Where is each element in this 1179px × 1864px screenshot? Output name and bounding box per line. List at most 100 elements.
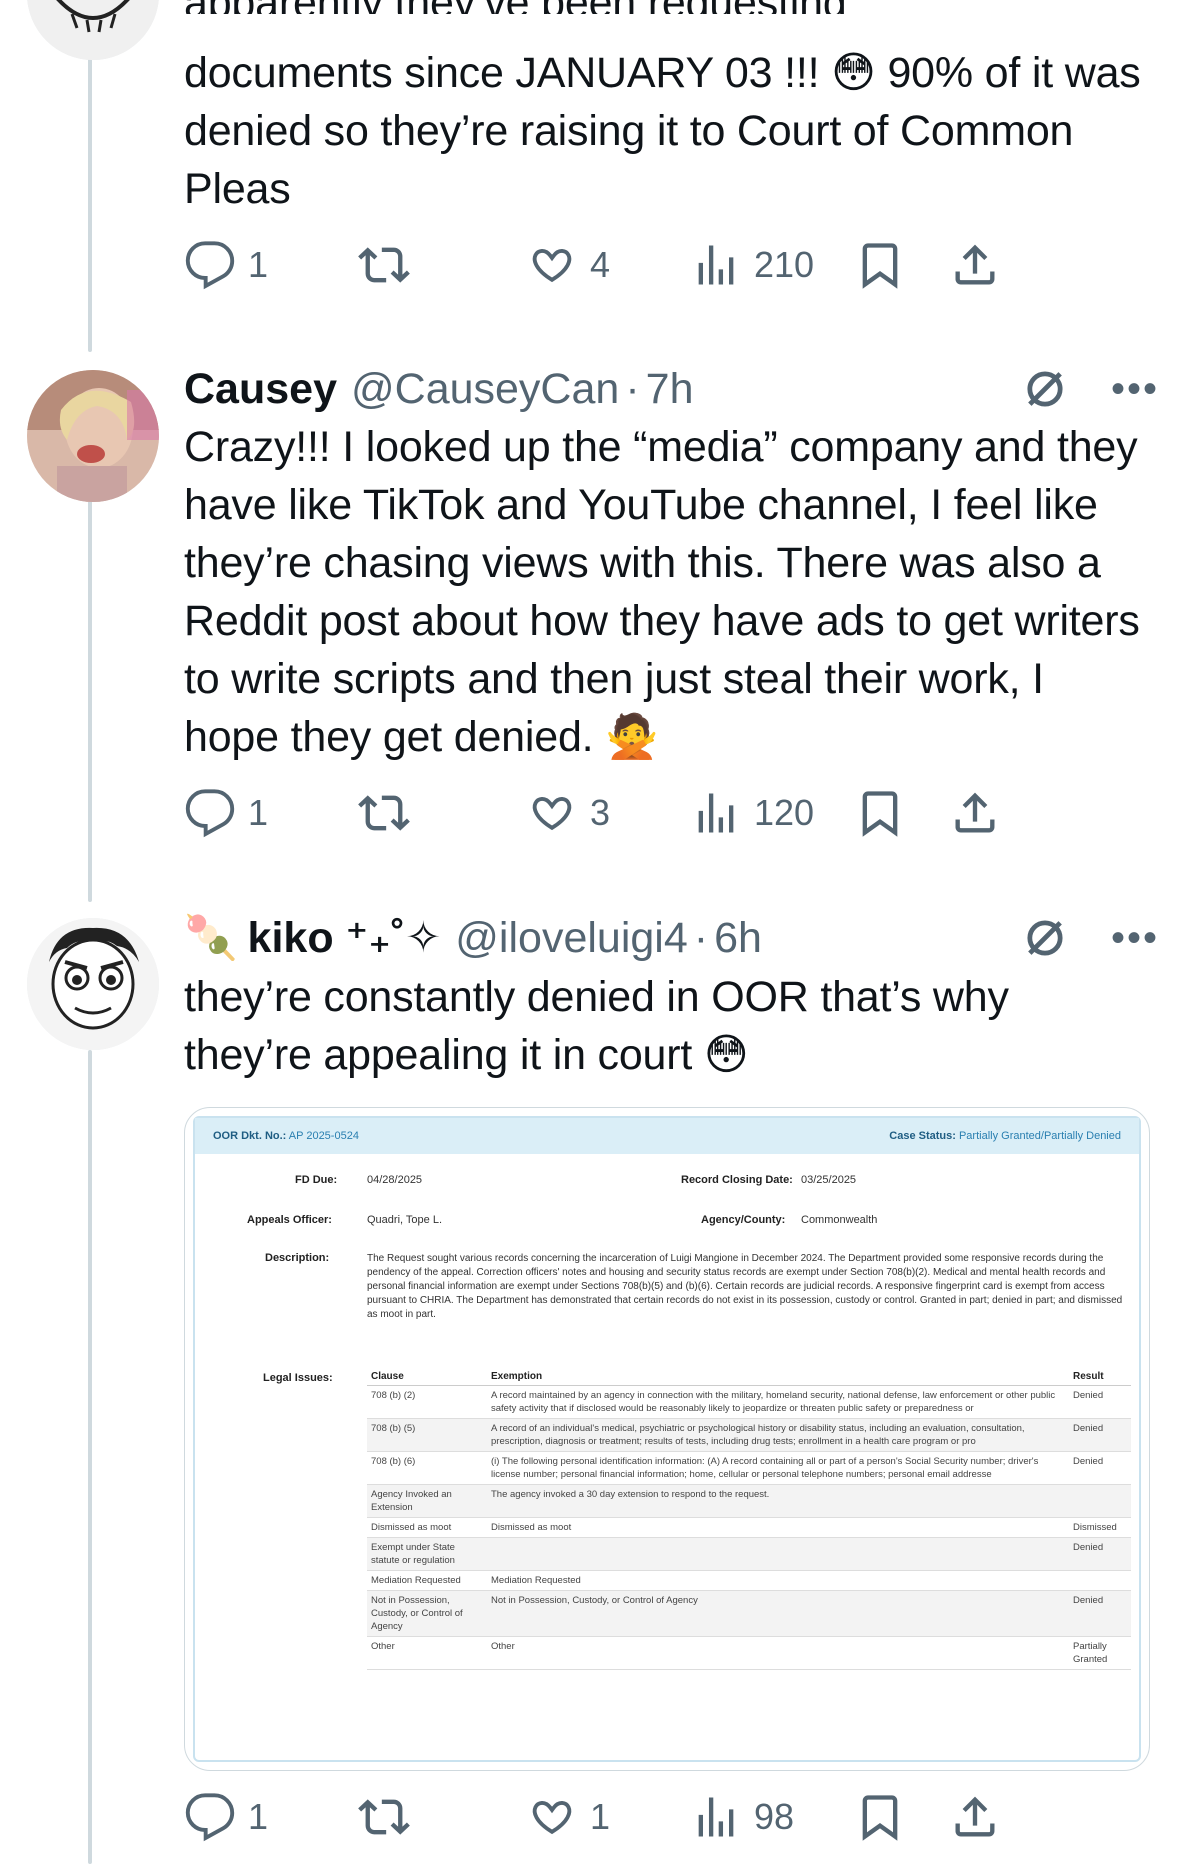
- tweet-text: they’re constantly denied in OOR that’s …: [184, 973, 1009, 1079]
- legal-clause-cell: Other: [367, 1636, 487, 1670]
- display-name[interactable]: kiko ⁺₊˚✧: [248, 913, 442, 963]
- thread-line: [88, 1050, 92, 1864]
- share-button[interactable]: [949, 778, 1001, 848]
- like-icon: [532, 1800, 572, 1835]
- like-button[interactable]: 4: [526, 230, 610, 300]
- table-row: 708 (b) (5) A record of an individual's m…: [367, 1418, 1131, 1452]
- table-row: Mediation Requested Mediation Requested: [367, 1570, 1131, 1591]
- timestamp[interactable]: 6h: [714, 914, 762, 963]
- legal-exemption-cell: [487, 1537, 1069, 1571]
- like-button[interactable]: 1: [526, 1782, 610, 1852]
- reply-count: 1: [248, 1796, 269, 1837]
- share-button[interactable]: [949, 230, 1001, 300]
- views-button[interactable]: 210: [690, 230, 814, 300]
- views-icon: [698, 245, 734, 285]
- legal-result-cell: Denied: [1069, 1537, 1131, 1571]
- tweet-text: Crazy!!! I looked up the “media” company…: [184, 423, 1140, 761]
- legal-result-cell: Dismissed: [1069, 1517, 1131, 1538]
- views-icon: [698, 1797, 734, 1837]
- like-icon: [532, 248, 572, 283]
- display-name[interactable]: Causey: [184, 365, 337, 414]
- reply-icon: [185, 789, 235, 838]
- legal-clause-cell: Mediation Requested: [367, 1570, 487, 1591]
- share-button[interactable]: [949, 1782, 1001, 1852]
- table-row: Not in Possession, Custody, or Control o…: [367, 1590, 1131, 1637]
- share-icon: [955, 792, 995, 833]
- views-button[interactable]: 98: [690, 1782, 794, 1852]
- reply-count: 1: [248, 244, 269, 285]
- reply-button[interactable]: 1: [184, 230, 268, 300]
- view-count: 98: [754, 1796, 795, 1837]
- legal-clause-cell: 708 (b) (5): [367, 1418, 487, 1452]
- share-icon: [955, 1796, 995, 1837]
- bookmark-icon: [862, 1795, 898, 1841]
- legal-clause-cell: 708 (b) (2): [367, 1385, 487, 1419]
- legal-exemption-cell: The agency invoked a 30 day extension to…: [487, 1484, 1069, 1518]
- tweet-header: 🍡 kiko ⁺₊˚✧ @iloveluigi4 · 6h •••: [184, 908, 1159, 968]
- grok-icon[interactable]: [1019, 912, 1071, 964]
- legal-exemption-cell: Not in Possession, Custody, or Control o…: [487, 1590, 1069, 1637]
- views-button[interactable]: 120: [690, 778, 814, 848]
- legal-clause-cell: Dismissed as moot: [367, 1517, 487, 1538]
- like-count: 4: [590, 244, 611, 285]
- table-row: Agency Invoked an Extension The agency in…: [367, 1484, 1131, 1518]
- legal-exemption-cell: Other: [487, 1636, 1069, 1670]
- name-emoji: 🍡: [184, 914, 238, 962]
- share-icon: [955, 244, 995, 285]
- more-icon[interactable]: •••: [1111, 918, 1159, 958]
- user-handle[interactable]: @CauseyCan: [351, 365, 619, 414]
- grok-icon[interactable]: [1019, 363, 1071, 415]
- bookmark-button[interactable]: [854, 230, 906, 300]
- legal-result-cell: [1069, 1484, 1131, 1518]
- legal-exemption-cell: Mediation Requested: [487, 1570, 1069, 1591]
- view-count: 120: [754, 792, 815, 833]
- doc-description: The Request sought various records conce…: [367, 1253, 1123, 1320]
- bookmark-button[interactable]: [854, 1782, 906, 1852]
- reply-button[interactable]: 1: [184, 1782, 268, 1852]
- legal-result-cell: Partially Granted: [1069, 1636, 1131, 1670]
- legal-result-cell: Denied: [1069, 1451, 1131, 1485]
- action-bar: 1 4 210: [184, 230, 1154, 300]
- legal-clause-cell: Agency Invoked an Extension: [367, 1484, 487, 1518]
- timestamp[interactable]: 7h: [646, 365, 694, 414]
- retweet-button[interactable]: [358, 230, 410, 300]
- user-handle[interactable]: @iloveluigi4: [455, 914, 688, 963]
- thread-line: [88, 500, 92, 902]
- reply-icon: [185, 1793, 235, 1842]
- view-count: 210: [754, 244, 815, 285]
- doc-header-bar: OOR Dkt. No.: AP 2025-0524 Case Status: …: [195, 1118, 1139, 1154]
- table-row: 708 (b) (6) (i) The following personal id…: [367, 1451, 1131, 1485]
- legal-result-cell: [1069, 1570, 1131, 1591]
- like-button[interactable]: 3: [526, 778, 610, 848]
- table-row: Dismissed as moot Dismissed as moot Dismis…: [367, 1517, 1131, 1538]
- tweet-text: documents since JANUARY 03 !!! 😳 90% of …: [184, 49, 1141, 213]
- bookmark-button[interactable]: [854, 778, 906, 848]
- tweet-text-partial: apparently they’ve been requesting: [184, 0, 1144, 14]
- document-screenshot: OOR Dkt. No.: AP 2025-0524 Case Status: …: [193, 1116, 1141, 1762]
- tweet-header: Causey @CauseyCan · 7h •••: [184, 359, 1159, 419]
- legal-clause-cell: 708 (b) (6): [367, 1451, 487, 1485]
- bookmark-icon: [862, 243, 898, 289]
- retweet-icon: [358, 795, 410, 831]
- retweet-icon: [358, 247, 410, 283]
- table-row: Other Other Partially Granted: [367, 1636, 1131, 1670]
- avatar[interactable]: [27, 918, 159, 1050]
- views-icon: [698, 793, 734, 833]
- retweet-button[interactable]: [358, 1782, 410, 1852]
- table-row: 708 (b) (2) A record maintained by an age…: [367, 1385, 1131, 1419]
- legal-result-cell: Denied: [1069, 1418, 1131, 1452]
- more-icon[interactable]: •••: [1111, 369, 1159, 409]
- table-row: Exempt under State statute or regulation…: [367, 1537, 1131, 1571]
- action-bar: 1 3 120: [184, 778, 1154, 848]
- avatar[interactable]: [27, 0, 159, 60]
- reply-button[interactable]: 1: [184, 778, 268, 848]
- avatar[interactable]: [27, 370, 159, 502]
- attached-image[interactable]: OOR Dkt. No.: AP 2025-0524 Case Status: …: [184, 1107, 1150, 1771]
- like-icon: [532, 796, 572, 831]
- like-count: 1: [590, 1796, 611, 1837]
- retweet-button[interactable]: [358, 778, 410, 848]
- legal-issues-table: Clause Exemption Result 708 (b) (2) A rec…: [367, 1368, 1131, 1670]
- reply-icon: [185, 241, 235, 290]
- separator-dot: ·: [693, 913, 709, 962]
- legal-exemption-cell: Dismissed as moot: [487, 1517, 1069, 1538]
